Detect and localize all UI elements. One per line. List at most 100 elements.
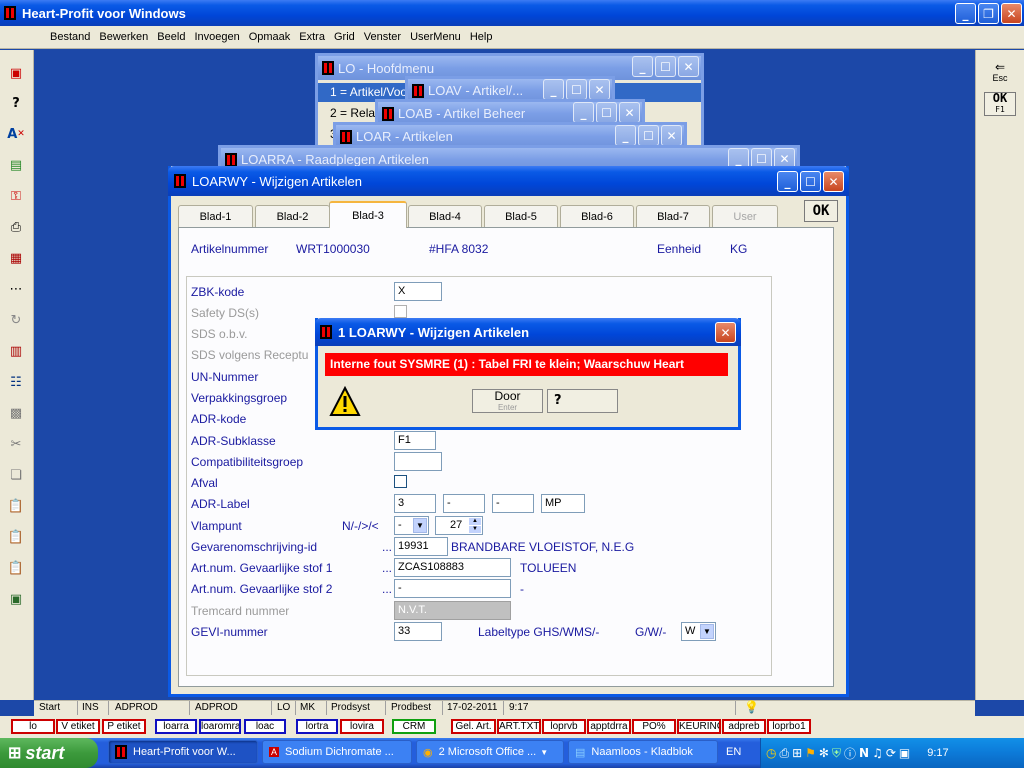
key-icon[interactable]: ⚿ — [6, 186, 26, 206]
menu-bewerken[interactable]: Bewerken — [99, 31, 148, 43]
loav-close-button[interactable]: ✕ — [589, 79, 610, 100]
menu-venster[interactable]: Venster — [364, 31, 401, 43]
spellcheck-icon[interactable]: A ✕ — [6, 124, 26, 144]
quick-gel-art[interactable]: Gel. Art. — [451, 719, 496, 734]
tools-tray-icon[interactable]: ✻ — [819, 746, 829, 760]
menu-grid[interactable]: Grid — [334, 31, 355, 43]
tab-blad-7[interactable]: Blad-7 — [636, 205, 710, 227]
tab-blad-2[interactable]: Blad-2 — [255, 205, 330, 227]
document-green-icon[interactable]: ▤ — [6, 155, 26, 175]
hoofdmenu-item-2[interactable]: 2 = Rela — [330, 106, 375, 120]
artnum2-input[interactable]: - — [394, 579, 511, 598]
tab-blad-1[interactable]: Blad-1 — [178, 205, 253, 227]
artnum1-input[interactable]: ZCAS108883 — [394, 558, 511, 577]
compat-input[interactable] — [394, 452, 442, 471]
task-sodium[interactable]: A Sodium Dichromate ... — [262, 740, 412, 764]
menu-usermenu[interactable]: UserMenu — [410, 31, 461, 43]
loab-maximize-button[interactable]: ☐ — [596, 102, 617, 123]
paste-delete-icon[interactable]: 📋 — [6, 527, 26, 547]
gevi-input[interactable]: 33 — [394, 622, 442, 641]
quick-loprbo1[interactable]: loprbo1 — [767, 719, 811, 734]
error-dialog-close-button[interactable]: ✕ — [715, 322, 736, 343]
main-maximize-button[interactable]: ☐ — [800, 171, 821, 192]
copy-icon[interactable]: ❏ — [6, 465, 26, 485]
scissors-icon[interactable]: ✂ — [6, 434, 26, 454]
adr-label-input-3[interactable]: - — [492, 494, 534, 513]
language-indicator[interactable]: EN — [726, 746, 741, 758]
hoofdmenu-close-button[interactable]: ✕ — [678, 56, 699, 77]
info-tray-icon[interactable]: ⓘ — [844, 745, 856, 762]
adr-label-input-2[interactable]: - — [443, 494, 485, 513]
adr-sub-input[interactable]: F1 — [394, 431, 436, 450]
main-window-titlebar[interactable]: LOARWY - Wijzigen Artikelen — [168, 166, 849, 196]
quick-loac[interactable]: loac — [244, 719, 286, 734]
loar-close-button[interactable]: ✕ — [661, 125, 682, 146]
esc-button[interactable]: ⇐ Esc — [984, 61, 1016, 87]
sync-tray-icon[interactable]: ⟳ — [886, 746, 896, 760]
start-button[interactable]: ⊞ start — [0, 738, 98, 768]
menu-help[interactable]: Help — [470, 31, 493, 43]
speaker-tray-icon[interactable]: ♫ — [872, 746, 883, 760]
quick-loprvb[interactable]: loprvb — [542, 719, 586, 734]
vlampunt-op-select[interactable]: - ▼ — [394, 516, 429, 535]
afval-checkbox[interactable] — [394, 475, 407, 488]
loar-minimize-button[interactable]: _ — [615, 125, 636, 146]
quick-v-etiket[interactable]: V etiket — [56, 719, 100, 734]
dots-icon[interactable]: ⋯ — [6, 279, 26, 299]
main-ok-button[interactable]: OK — [804, 200, 838, 222]
app-close-button[interactable]: ✕ — [1001, 3, 1022, 24]
form-edit-icon[interactable]: ▥ — [6, 341, 26, 361]
printer-tray-icon[interactable]: ⎙ — [779, 746, 789, 761]
quick-apptdrra[interactable]: apptdrra — [587, 719, 631, 734]
app-restore-button[interactable]: ❐ — [978, 3, 999, 24]
task-heart-profit[interactable]: Heart-Profit voor W... — [108, 740, 258, 764]
chevron-down-icon[interactable]: ▼ — [700, 624, 714, 639]
main-minimize-button[interactable]: _ — [777, 171, 798, 192]
menu-beeld[interactable]: Beeld — [157, 31, 185, 43]
grid-icon[interactable]: ▩ — [6, 403, 26, 423]
window-icon[interactable]: ▣ — [6, 63, 26, 83]
quick-loaromra[interactable]: loaromra — [199, 719, 241, 734]
printer-icon[interactable]: ⎙ — [6, 217, 26, 237]
quick-lortra[interactable]: lortra — [296, 719, 338, 734]
quick-art-txt[interactable]: ART.TXT — [497, 719, 541, 734]
panel-icon[interactable]: ▣ — [6, 589, 26, 609]
tab-blad-5[interactable]: Blad-5 — [484, 205, 558, 227]
error-dialog-titlebar[interactable]: 1 LOARWY - Wijzigen Artikelen — [315, 318, 741, 346]
tab-blad-4[interactable]: Blad-4 — [408, 205, 482, 227]
n-tray-icon[interactable]: N — [859, 746, 869, 760]
network-tray-icon[interactable]: ⊞ — [792, 746, 802, 760]
task-office[interactable]: ◉ 2 Microsoft Office ... ▼ — [416, 740, 564, 764]
spinner-up-icon[interactable]: ▲ — [469, 518, 481, 525]
menu-invoegen[interactable]: Invoegen — [194, 31, 239, 43]
quick-po-percent[interactable]: PO% — [632, 719, 676, 734]
menu-opmaak[interactable]: Opmaak — [249, 31, 291, 43]
list-icon[interactable]: ☷ — [6, 372, 26, 392]
quick-loarra[interactable]: loarra — [155, 719, 197, 734]
hoofdmenu-minimize-button[interactable]: _ — [632, 56, 653, 77]
quick-keuring[interactable]: KEURING — [677, 719, 721, 734]
quick-adpreb[interactable]: adpreb — [722, 719, 766, 734]
tab-blad-3[interactable]: Blad-3 — [329, 201, 407, 228]
quick-p-etiket[interactable]: P etiket — [102, 719, 146, 734]
form-icon[interactable]: ▦ — [6, 248, 26, 268]
spinner-down-icon[interactable]: ▼ — [469, 526, 481, 533]
quick-lo[interactable]: lo — [11, 719, 55, 734]
gw-select[interactable]: W ▼ — [681, 622, 716, 641]
loab-minimize-button[interactable]: _ — [573, 102, 594, 123]
tab-blad-6[interactable]: Blad-6 — [560, 205, 634, 227]
quick-crm[interactable]: CRM — [392, 719, 436, 734]
loav-maximize-button[interactable]: ☐ — [566, 79, 587, 100]
main-close-button[interactable]: ✕ — [823, 171, 844, 192]
loar-maximize-button[interactable]: ☐ — [638, 125, 659, 146]
loav-minimize-button[interactable]: _ — [543, 79, 564, 100]
quick-lovira[interactable]: lovira — [340, 719, 384, 734]
gevaren-id-input[interactable]: 19931 — [394, 537, 448, 556]
help-icon[interactable]: ? — [6, 93, 26, 113]
refresh-icon[interactable]: ↻ — [6, 310, 26, 330]
paste-special-icon[interactable]: 📋 — [6, 558, 26, 578]
app-minimize-button[interactable]: _ — [955, 3, 976, 24]
dialog-help-button[interactable]: ? — [547, 389, 618, 413]
task-kladblok[interactable]: ▤ Naamloos - Kladblok — [568, 740, 718, 764]
menu-extra[interactable]: Extra — [299, 31, 325, 43]
